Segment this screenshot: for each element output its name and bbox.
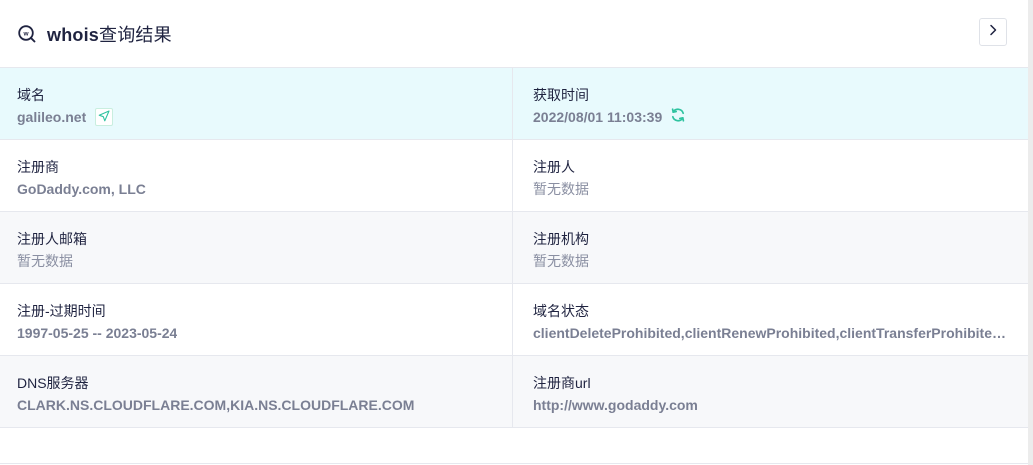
registrant-org-value-text: 暂无数据: [533, 253, 589, 269]
registrar-cell: 注册商 GoDaddy.com, LLC: [0, 140, 513, 211]
refresh-button[interactable]: [669, 108, 687, 126]
info-row: 域名 galileo.net 获取时间 2022/08/01 11:03:39: [0, 68, 1028, 140]
page-title: whois查询结果: [47, 21, 172, 47]
registrar-url-label: 注册商url: [533, 375, 591, 391]
fetch-time-text: 2022/08/01 11:03:39: [533, 109, 663, 125]
fetch-time-label: 获取时间: [533, 87, 589, 103]
registrant-email-cell: 注册人邮箱 暂无数据: [0, 212, 513, 283]
registrar-value: GoDaddy.com, LLC: [17, 180, 495, 198]
dns-server-value: CLARK.NS.CLOUDFLARE.COM,KIA.NS.CLOUDFLAR…: [17, 396, 495, 414]
reg-expiry-value: 1997-05-25 -- 2023-05-24: [17, 324, 495, 342]
registrant-email-value-text: 暂无数据: [17, 253, 73, 269]
reg-expiry-value-text: 1997-05-25 -- 2023-05-24: [17, 325, 178, 341]
fetch-time-value: 2022/08/01 11:03:39: [533, 108, 1011, 126]
open-domain-button[interactable]: [95, 108, 114, 126]
send-arrow-icon: [98, 108, 110, 126]
panel-header: w whois查询结果: [0, 0, 1028, 67]
reg-expiry-cell: 注册-过期时间 1997-05-25 -- 2023-05-24: [0, 284, 513, 355]
domain-status-value: clientDeleteProhibited,clientRenewProhib…: [533, 324, 1011, 342]
fetch-time-cell: 获取时间 2022/08/01 11:03:39: [513, 68, 1028, 139]
registrant-email-label: 注册人邮箱: [17, 231, 87, 247]
domain-status-value-text: clientDeleteProhibited,clientRenewProhib…: [533, 325, 1011, 341]
domain-value: galileo.net: [17, 108, 495, 126]
info-row: 注册人邮箱 暂无数据 注册机构 暂无数据: [0, 212, 1028, 284]
domain-status-cell: 域名状态 clientDeleteProhibited,clientRenewP…: [513, 284, 1028, 355]
domain-value-text[interactable]: galileo.net: [17, 108, 86, 126]
registrant-cell: 注册人 暂无数据: [513, 140, 1028, 211]
info-row: DNS服务器 CLARK.NS.CLOUDFLARE.COM,KIA.NS.CL…: [0, 356, 1028, 428]
registrar-url-value-text[interactable]: http://www.godaddy.com: [533, 396, 698, 414]
registrant-email-value: 暂无数据: [17, 252, 495, 270]
registrant-org-label: 注册机构: [533, 231, 589, 247]
dns-server-label: DNS服务器: [17, 375, 89, 391]
bottom-divider: [0, 463, 1028, 464]
domain-label: 域名: [17, 87, 45, 103]
expand-button[interactable]: [979, 18, 1007, 46]
title-prefix: whois: [47, 24, 100, 45]
dns-server-cell: DNS服务器 CLARK.NS.CLOUDFLARE.COM,KIA.NS.CL…: [0, 356, 513, 427]
domain-cell: 域名 galileo.net: [0, 68, 513, 139]
search-whois-icon: w: [17, 24, 37, 44]
registrar-value-text: GoDaddy.com, LLC: [17, 181, 146, 197]
scrollbar-track[interactable]: [1028, 0, 1033, 465]
chevron-right-icon: [987, 23, 999, 41]
registrant-value: 暂无数据: [533, 180, 1011, 198]
registrant-value-text: 暂无数据: [533, 181, 589, 197]
registrar-url-value: http://www.godaddy.com: [533, 396, 1011, 414]
registrant-org-value: 暂无数据: [533, 252, 1011, 270]
registrar-url-cell: 注册商url http://www.godaddy.com: [513, 356, 1028, 427]
title-suffix: 查询结果: [99, 24, 172, 45]
refresh-icon: [670, 108, 686, 126]
whois-info-grid: 域名 galileo.net 获取时间 2022/08/01 11:03:39 …: [0, 67, 1028, 428]
registrar-label: 注册商: [17, 159, 59, 175]
registrant-org-cell: 注册机构 暂无数据: [513, 212, 1028, 283]
info-row: 注册商 GoDaddy.com, LLC 注册人 暂无数据: [0, 140, 1028, 212]
registrant-label: 注册人: [533, 159, 575, 175]
info-row: 注册-过期时间 1997-05-25 -- 2023-05-24 域名状态 cl…: [0, 284, 1028, 356]
dns-server-value-text: CLARK.NS.CLOUDFLARE.COM,KIA.NS.CLOUDFLAR…: [17, 397, 415, 413]
svg-text:w: w: [22, 30, 29, 37]
reg-expiry-label: 注册-过期时间: [17, 303, 106, 319]
whois-panel: w whois查询结果 域名 galileo.net 获取时间 2022/08/…: [0, 0, 1033, 465]
domain-status-label: 域名状态: [533, 303, 589, 319]
